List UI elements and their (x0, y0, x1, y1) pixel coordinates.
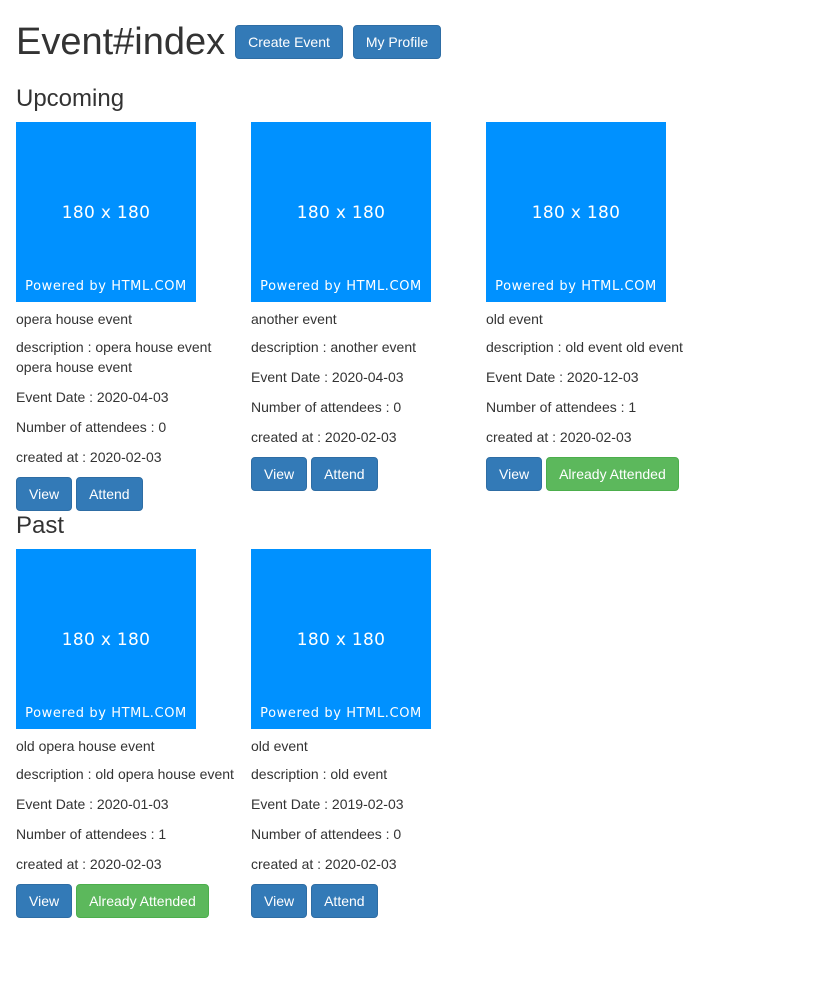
my-profile-button[interactable]: My Profile (352, 25, 442, 59)
event-info: old opera house event description : old … (16, 736, 241, 874)
section-title-past: Past (16, 512, 65, 539)
image-caption: Powered by HTML.COM (260, 279, 422, 294)
event-actions: View Attend (16, 477, 251, 511)
event-description: description : another event (251, 339, 416, 355)
event-image-placeholder: 180 x 180 Powered by HTML.COM (16, 122, 196, 302)
image-caption: Powered by HTML.COM (260, 706, 422, 721)
event-description: description : old event (251, 766, 388, 782)
page-header: Event#index Create Event My Profile (16, 0, 820, 84)
view-button[interactable]: View (16, 477, 73, 511)
event-info: old event description : old event old ev… (486, 309, 711, 447)
event-date: Event Date : 2020-12-03 (486, 369, 639, 385)
past-event-list: 180 x 180 Powered by HTML.COM old opera … (16, 549, 820, 918)
event-date: Event Date : 2019-02-03 (251, 796, 404, 812)
section-title-upcoming: Upcoming (16, 85, 125, 112)
view-button[interactable]: View (486, 457, 543, 491)
event-name: old event (486, 311, 543, 327)
event-attendees: Number of attendees : 0 (16, 419, 167, 435)
image-caption: Powered by HTML.COM (495, 279, 657, 294)
event-actions: View Already Attended (16, 884, 251, 918)
event-name: old event (251, 738, 308, 754)
event-card: 180 x 180 Powered by HTML.COM opera hous… (16, 122, 251, 511)
event-attendees: Number of attendees : 1 (16, 826, 167, 842)
event-info: another event description : another even… (251, 309, 476, 447)
event-created-at: created at : 2020-02-03 (251, 856, 397, 872)
event-actions: View Already Attended (486, 457, 721, 491)
event-attendees: Number of attendees : 0 (251, 826, 402, 842)
already-attended-button[interactable]: Already Attended (76, 884, 209, 918)
event-info: old event description : old event Event … (251, 736, 476, 874)
create-event-button[interactable]: Create Event (235, 25, 343, 59)
event-created-at: created at : 2020-02-03 (251, 429, 397, 445)
event-name: opera house event (16, 311, 132, 327)
event-description: description : old event old event (486, 339, 683, 355)
event-card: 180 x 180 Powered by HTML.COM another ev… (251, 122, 486, 491)
page: Event#index Create Event My Profile Upco… (0, 0, 836, 918)
image-size-label: 180 x 180 (61, 630, 151, 650)
event-card: 180 x 180 Powered by HTML.COM old event … (486, 122, 721, 491)
event-image-placeholder: 180 x 180 Powered by HTML.COM (251, 549, 431, 729)
event-info: opera house event description : opera ho… (16, 309, 241, 467)
image-size-label: 180 x 180 (296, 630, 386, 650)
event-date: Event Date : 2020-04-03 (251, 369, 404, 385)
upcoming-event-list: 180 x 180 Powered by HTML.COM opera hous… (16, 122, 820, 511)
attend-button[interactable]: Attend (311, 457, 378, 491)
event-created-at: created at : 2020-02-03 (16, 449, 162, 465)
event-card: 180 x 180 Powered by HTML.COM old event … (251, 549, 486, 918)
already-attended-button[interactable]: Already Attended (546, 457, 679, 491)
view-button[interactable]: View (251, 457, 308, 491)
attend-button[interactable]: Attend (76, 477, 143, 511)
event-actions: View Attend (251, 884, 486, 918)
event-date: Event Date : 2020-01-03 (16, 796, 169, 812)
event-attendees: Number of attendees : 1 (486, 399, 637, 415)
event-actions: View Attend (251, 457, 486, 491)
page-title: Event#index (16, 21, 226, 63)
event-date: Event Date : 2020-04-03 (16, 389, 169, 405)
event-description: description : opera house event opera ho… (16, 339, 212, 375)
attend-button[interactable]: Attend (311, 884, 378, 918)
image-size-label: 180 x 180 (61, 203, 151, 223)
event-attendees: Number of attendees : 0 (251, 399, 402, 415)
event-description: description : old opera house event (16, 766, 234, 782)
image-size-label: 180 x 180 (531, 203, 621, 223)
event-image-placeholder: 180 x 180 Powered by HTML.COM (16, 549, 196, 729)
event-image-placeholder: 180 x 180 Powered by HTML.COM (486, 122, 666, 302)
event-name: old opera house event (16, 738, 155, 754)
event-created-at: created at : 2020-02-03 (16, 856, 162, 872)
image-caption: Powered by HTML.COM (25, 279, 187, 294)
image-size-label: 180 x 180 (296, 203, 386, 223)
view-button[interactable]: View (251, 884, 308, 918)
image-caption: Powered by HTML.COM (25, 706, 187, 721)
event-image-placeholder: 180 x 180 Powered by HTML.COM (251, 122, 431, 302)
event-name: another event (251, 311, 337, 327)
event-created-at: created at : 2020-02-03 (486, 429, 632, 445)
view-button[interactable]: View (16, 884, 73, 918)
event-card: 180 x 180 Powered by HTML.COM old opera … (16, 549, 251, 918)
